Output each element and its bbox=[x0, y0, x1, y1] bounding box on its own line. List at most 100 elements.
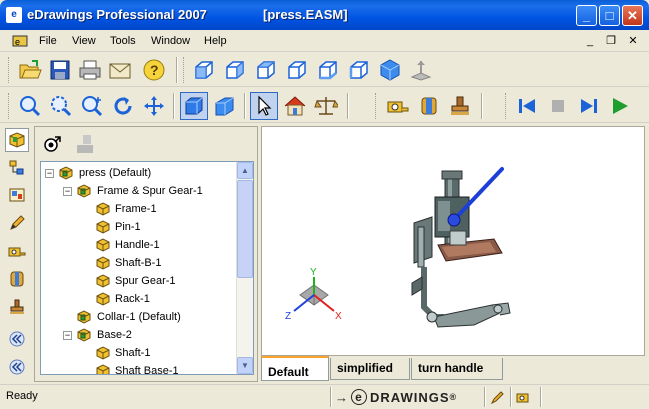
markup-icon bbox=[10, 215, 25, 230]
menu-help[interactable]: Help bbox=[204, 35, 227, 47]
animation-next-button[interactable] bbox=[575, 92, 603, 120]
hide-show-button[interactable] bbox=[39, 130, 67, 158]
document-icon[interactable]: e bbox=[12, 34, 30, 48]
email-button[interactable] bbox=[106, 56, 134, 84]
3d-viewport[interactable]: Y X Z bbox=[261, 126, 645, 356]
expand-panel-tab[interactable] bbox=[5, 327, 29, 351]
tree-scrollbar[interactable]: ▲ ▼ bbox=[236, 162, 253, 374]
animation-first-button[interactable] bbox=[513, 92, 541, 120]
tree-item[interactable]: − Base-2 bbox=[63, 326, 132, 344]
title-bar[interactable]: e eDrawings Professional 2007 [press.EAS… bbox=[0, 0, 649, 30]
measure-button[interactable] bbox=[384, 92, 412, 120]
doc-minimize-button[interactable]: _ bbox=[582, 34, 598, 48]
tab-turn-handle[interactable]: turn handle bbox=[411, 358, 503, 380]
measure-status-icon[interactable] bbox=[516, 389, 534, 405]
scroll-thumb[interactable] bbox=[237, 180, 253, 278]
tree-item[interactable]: Rack-1 bbox=[95, 290, 150, 308]
menu-window[interactable]: Window bbox=[151, 35, 190, 47]
tree-item[interactable]: Handle-1 bbox=[95, 236, 160, 254]
tree-item[interactable]: Collar-1 (Default) bbox=[77, 308, 181, 326]
view-right-button[interactable] bbox=[283, 56, 311, 84]
doc-close-button[interactable]: ✕ bbox=[625, 34, 641, 48]
edrawings-app-icon[interactable]: e bbox=[6, 7, 22, 23]
select-button[interactable] bbox=[250, 92, 278, 120]
save-button[interactable] bbox=[46, 56, 74, 84]
markup-status-icon[interactable] bbox=[490, 389, 506, 405]
tree-item[interactable]: Shaft Base-1 bbox=[95, 362, 179, 374]
close-button[interactable]: ✕ bbox=[622, 5, 643, 26]
rotate-button[interactable] bbox=[109, 92, 137, 120]
view-bottom-button[interactable] bbox=[345, 56, 373, 84]
help-icon: ? bbox=[143, 59, 165, 81]
transparency-button[interactable] bbox=[71, 130, 99, 158]
maximize-button[interactable]: □ bbox=[599, 5, 620, 26]
logo-text: DRAWINGS bbox=[370, 389, 450, 405]
axis-triad: Y X Z bbox=[285, 267, 342, 322]
configurations-tab[interactable] bbox=[5, 156, 29, 180]
view-left-button[interactable] bbox=[252, 56, 280, 84]
select-icon bbox=[258, 95, 272, 116]
status-divider bbox=[510, 387, 512, 407]
tab-default[interactable]: Default bbox=[261, 356, 329, 381]
tree-item[interactable]: Frame-1 bbox=[95, 200, 157, 218]
status-divider bbox=[484, 387, 486, 407]
section-tab[interactable] bbox=[5, 267, 29, 291]
tree-item[interactable]: Pin-1 bbox=[95, 218, 141, 236]
tree-item[interactable]: − Frame & Spur Gear-1 bbox=[63, 182, 203, 200]
shaded-button[interactable] bbox=[180, 92, 208, 120]
tree-item[interactable]: Shaft-1 bbox=[95, 344, 150, 362]
scroll-up-button[interactable]: ▲ bbox=[237, 162, 253, 179]
press-model[interactable] bbox=[411, 167, 511, 328]
minimize-button[interactable]: _ bbox=[576, 5, 597, 26]
section-tab-icon bbox=[10, 271, 24, 287]
tree-expander[interactable]: − bbox=[63, 330, 72, 340]
home-button[interactable] bbox=[281, 92, 309, 120]
view-normal-button[interactable] bbox=[407, 56, 435, 84]
animation-play-button[interactable] bbox=[606, 92, 634, 120]
animation-stop-button[interactable] bbox=[544, 92, 572, 120]
measure-tab[interactable] bbox=[5, 239, 29, 263]
doc-restore-button[interactable]: ❐ bbox=[603, 34, 619, 48]
view-top-button[interactable] bbox=[314, 56, 342, 84]
toolbar-grip[interactable] bbox=[8, 57, 11, 83]
view-back-button[interactable] bbox=[221, 56, 249, 84]
component-panel: − press (Default) − Frame & Spur Gear-1 Fram… bbox=[34, 126, 258, 382]
zoom-button[interactable] bbox=[78, 92, 106, 120]
stamp-button[interactable] bbox=[446, 92, 474, 120]
mass-properties-button[interactable] bbox=[312, 92, 340, 120]
zoom-fit-button[interactable] bbox=[16, 92, 44, 120]
zoom-area-button[interactable] bbox=[47, 92, 75, 120]
markup-tab[interactable] bbox=[5, 211, 29, 235]
toolbar-grip[interactable] bbox=[8, 93, 11, 119]
perspective-button[interactable] bbox=[211, 92, 239, 120]
section-button[interactable] bbox=[415, 92, 443, 120]
tree-item[interactable]: Shaft-B-1 bbox=[95, 254, 161, 272]
open-button[interactable] bbox=[16, 56, 44, 84]
left-tab-strip bbox=[2, 126, 32, 382]
view-iso-button[interactable] bbox=[376, 56, 404, 84]
tab-simplified[interactable]: simplified bbox=[330, 358, 410, 380]
components-tab[interactable] bbox=[5, 128, 29, 152]
tree-item-label: Frame-1 bbox=[115, 203, 157, 215]
tree-expander[interactable]: − bbox=[45, 168, 54, 178]
menu-tools[interactable]: Tools bbox=[110, 35, 136, 47]
assembly-model[interactable]: Y X Z bbox=[262, 127, 644, 355]
toolbar-grip[interactable] bbox=[375, 93, 378, 119]
tree-expander[interactable]: − bbox=[63, 186, 72, 196]
tree-item[interactable]: − press (Default) bbox=[45, 164, 151, 182]
stamp-tab[interactable] bbox=[5, 295, 29, 319]
tree-item-label: Shaft-B-1 bbox=[115, 257, 162, 269]
sheets-tab[interactable] bbox=[5, 183, 29, 207]
print-button[interactable] bbox=[76, 56, 104, 84]
menu-file[interactable]: File bbox=[39, 35, 57, 47]
pan-button[interactable] bbox=[140, 92, 168, 120]
collapse-panel-tab[interactable] bbox=[5, 355, 29, 379]
view-front-button[interactable] bbox=[190, 56, 218, 84]
help-button[interactable]: ? bbox=[140, 56, 168, 84]
menu-view[interactable]: View bbox=[72, 35, 96, 47]
scroll-down-button[interactable]: ▼ bbox=[237, 357, 253, 374]
toolbar-grip[interactable] bbox=[183, 57, 186, 83]
toolbar-grip[interactable] bbox=[505, 93, 508, 119]
tree-item[interactable]: Spur Gear-1 bbox=[95, 272, 176, 290]
double-chevron-left-icon bbox=[9, 331, 25, 347]
